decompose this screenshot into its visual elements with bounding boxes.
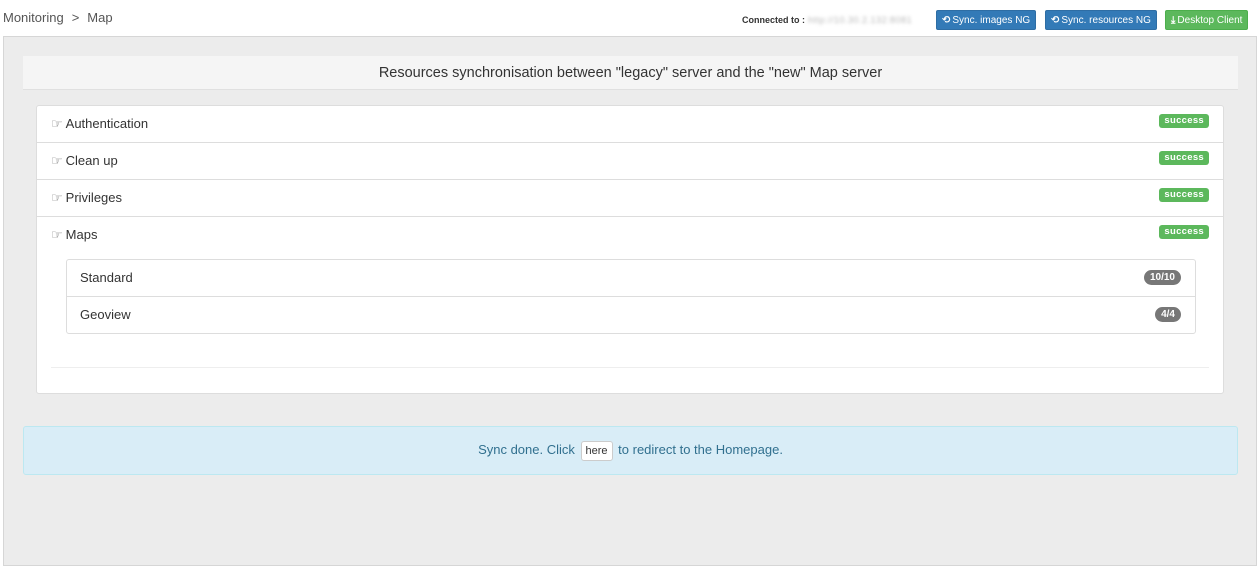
sync-resources-button[interactable]: ⟲ Sync. resources NG	[1045, 10, 1157, 30]
sync-resources-label: Sync. resources NG	[1061, 15, 1151, 26]
refresh-icon: ⟲	[1051, 15, 1060, 26]
breadcrumb: Monitoring > Map	[3, 10, 113, 25]
alert-suffix: to redirect to the Homepage.	[618, 442, 783, 457]
sync-done-alert: Sync done. Click here to redirect to the…	[23, 426, 1238, 475]
connection-status: Connected to : http://10.30.2.132:8081	[742, 15, 912, 25]
alert-prefix: Sync done. Click	[478, 442, 575, 457]
map-name: Standard	[80, 270, 133, 285]
list-item: Geoview 4/4	[67, 297, 1195, 334]
list-item: Standard 10/10	[67, 260, 1195, 297]
connection-url: http://10.30.2.132:8081	[808, 15, 913, 25]
here-button[interactable]: here	[580, 440, 613, 461]
status-badge: success	[1159, 225, 1209, 239]
hand-pointer-icon: ☞	[51, 116, 63, 131]
hand-pointer-icon: ☞	[51, 227, 63, 242]
desktop-client-label: Desktop Client	[1177, 15, 1243, 26]
maps-list: Standard 10/10 Geoview 4/4	[66, 259, 1196, 334]
status-badge: success	[1159, 114, 1209, 128]
map-name: Geoview	[80, 307, 131, 322]
top-bar: Monitoring > Map Connected to : http://10.3…	[0, 0, 1260, 36]
refresh-icon: ⟲	[942, 15, 951, 26]
connection-label: Connected to :	[742, 15, 805, 25]
sync-steps-list: ☞ Authentication success ☞ Clean up succes…	[36, 105, 1224, 394]
hand-pointer-icon: ☞	[51, 190, 63, 205]
step-label: Maps	[65, 227, 98, 242]
breadcrumb-separator: >	[71, 10, 80, 25]
sync-images-label: Sync. images NG	[952, 15, 1031, 26]
breadcrumb-monitoring[interactable]: Monitoring	[3, 10, 64, 25]
desktop-client-button[interactable]: ⤓ Desktop Client	[1165, 10, 1249, 30]
divider	[51, 367, 1209, 368]
step-label: Privileges	[65, 190, 123, 205]
step-label: Clean up	[65, 153, 118, 168]
download-icon: ⤓	[1171, 15, 1176, 26]
main-panel: Resources synchronisation between "legac…	[3, 36, 1257, 566]
step-privileges: ☞ Privileges success	[37, 180, 1223, 217]
hand-pointer-icon: ☞	[51, 153, 63, 168]
step-clean-up: ☞ Clean up success	[37, 143, 1223, 180]
breadcrumb-map[interactable]: Map	[87, 10, 112, 25]
panel-title: Resources synchronisation between "legac…	[23, 56, 1238, 90]
sync-images-button[interactable]: ⟲ Sync. images NG	[936, 10, 1037, 30]
step-label: Authentication	[65, 116, 149, 131]
status-badge: success	[1159, 188, 1209, 202]
count-badge: 4/4	[1155, 307, 1181, 322]
status-badge: success	[1159, 151, 1209, 165]
step-maps: ☞ Maps success	[37, 217, 1223, 254]
step-authentication: ☞ Authentication success	[37, 106, 1223, 143]
count-badge: 10/10	[1143, 270, 1181, 285]
